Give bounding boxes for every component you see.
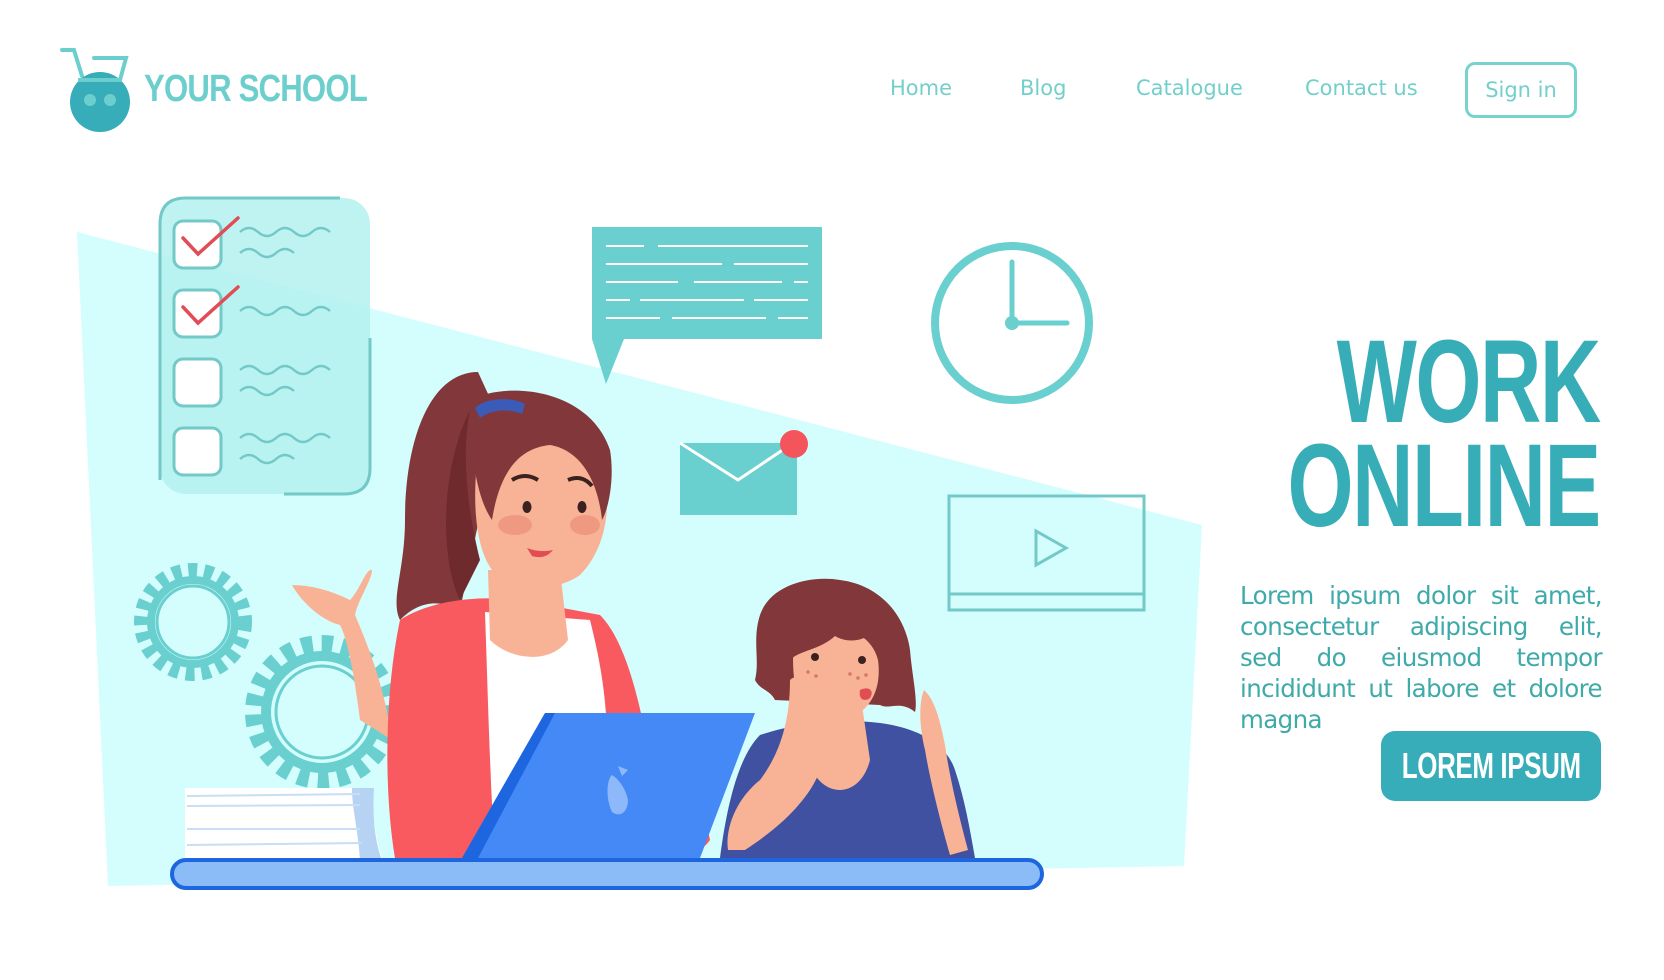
hero-description: Lorem ipsum dolor sit amet, consectetur …	[1240, 581, 1603, 734]
checklist-icon	[158, 196, 372, 496]
hero-title-line-2: ONLINE	[1287, 420, 1602, 552]
clock-icon	[931, 242, 1093, 404]
books-icon	[185, 788, 383, 860]
checkbox-3	[172, 357, 223, 408]
checkbox-4	[172, 426, 223, 477]
hero-title-line-1: WORK	[1336, 316, 1602, 448]
checkbox-1	[172, 219, 223, 270]
desk	[170, 858, 1044, 890]
checkbox-2	[172, 288, 223, 339]
cta-button-label: LOREM IPSUM	[1401, 745, 1581, 786]
notification-dot-icon	[780, 430, 808, 458]
speech-bubble-icon	[592, 227, 822, 384]
cta-button[interactable]: LOREM IPSUM	[1381, 731, 1601, 801]
hero-title: WORK ONLINE	[1166, 316, 1602, 552]
